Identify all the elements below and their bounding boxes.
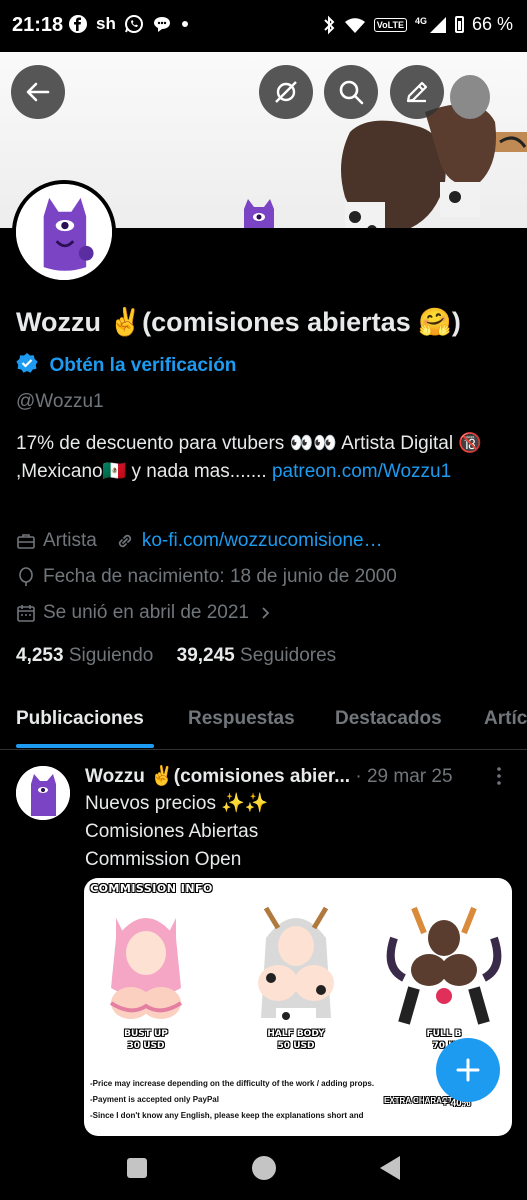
battery-icon	[454, 16, 464, 33]
display-name: Wozzu ✌️(comisiones abiertas 🤗)	[16, 307, 461, 337]
price-value: 30 USD	[127, 1041, 165, 1051]
tab-publicaciones[interactable]: Publicaciones	[16, 708, 144, 730]
calendar-icon	[17, 605, 35, 622]
briefcase-icon	[17, 534, 35, 549]
edit-button[interactable]	[390, 65, 444, 119]
profile-birthday-row: Fecha de nacimiento: 18 de junio de 2000	[16, 566, 397, 588]
bluetooth-icon	[324, 15, 335, 34]
recents-button[interactable]	[127, 1158, 147, 1178]
link-icon	[118, 534, 131, 548]
post-media-image[interactable]: COMMISSION INFO BUST UP 30 USD HALF BODY…	[84, 878, 512, 1136]
whatsapp-icon	[124, 15, 143, 33]
battery-percent: 66 %	[471, 14, 513, 34]
post-author-avatar[interactable]	[16, 766, 70, 820]
post-line: Commission Open	[85, 849, 242, 870]
bio-link[interactable]: patreon.com/Wozzu1	[272, 461, 451, 482]
wifi-icon	[344, 17, 365, 33]
mute-button[interactable]	[259, 65, 313, 119]
tab-destacados[interactable]: Destacados	[335, 708, 442, 730]
system-icons: VoLTE 4G 66 %	[322, 14, 513, 35]
search-button[interactable]	[324, 65, 378, 119]
profile-joined: Se unió en abril de 2021	[43, 602, 249, 623]
profile-handle: @Wozzu1	[16, 391, 104, 412]
search-icon	[339, 80, 364, 105]
media-notes: -Price may increase depending on the dif…	[90, 1076, 374, 1124]
home-button[interactable]	[252, 1156, 276, 1180]
mascot-avatar-image	[16, 184, 112, 280]
following-count: 4,253	[16, 645, 64, 666]
price-half-body: HALF BODY 50 USD	[236, 1028, 356, 1052]
profile-joined-row[interactable]: Se unió en abril de 2021	[16, 602, 280, 624]
followers-label: Seguidores	[240, 645, 337, 666]
media-title: COMMISSION INFO	[90, 882, 213, 895]
active-tab-indicator	[16, 744, 154, 748]
profile-name: Wozzu ✌️(comisiones abiertas 🤗) Obtén la…	[16, 302, 486, 386]
balloon-icon	[19, 567, 33, 586]
post-line: Comisiones Abiertas	[85, 821, 259, 842]
price-label: HALF BODY	[267, 1029, 325, 1039]
following-stat[interactable]: 4,253 Siguiendo	[16, 645, 153, 666]
facebook-icon	[69, 15, 87, 33]
chevron-right-icon	[262, 607, 270, 619]
profile-category: Artista	[43, 530, 97, 551]
dot-icon	[181, 21, 188, 27]
banner-mascot	[244, 199, 274, 228]
chat-icon	[153, 17, 170, 32]
verified-badge-icon	[16, 353, 38, 373]
profile-bio: 17% de descuento para vtubers 👀👀 Artista…	[16, 430, 516, 486]
post-date: · 29 mar 25	[355, 766, 453, 787]
profile-stats: 4,253 Siguiendo 39,245 Seguidores	[16, 645, 336, 667]
more-options-icon[interactable]	[492, 765, 506, 787]
profile-avatar[interactable]	[12, 180, 116, 284]
price-label: BUST UP	[124, 1029, 168, 1039]
edit-icon	[406, 81, 428, 103]
post-line: Nuevos precios ✨✨	[85, 793, 269, 814]
status-time: 21:18	[12, 14, 64, 36]
back-nav-button[interactable]	[380, 1156, 400, 1180]
signal-icon	[429, 16, 446, 33]
network-type: 4G	[414, 15, 427, 26]
back-button[interactable]	[11, 65, 65, 119]
no-sync-icon	[275, 81, 297, 103]
bust-up-figure	[109, 918, 183, 1019]
tab-articulos[interactable]: Artíc	[484, 708, 527, 730]
price-value: 50 USD	[277, 1041, 315, 1051]
android-nav-bar	[0, 1136, 527, 1200]
half-body-figure	[258, 906, 334, 1026]
media-note: -Since I don't know any English, please …	[90, 1111, 364, 1120]
status-bar: 21:18 sh VoLTE 4G 66 %	[0, 0, 527, 52]
following-label: Siguiendo	[68, 645, 154, 666]
get-verified-link[interactable]: Obtén la verificación	[50, 355, 237, 376]
followers-count: 39,245	[176, 645, 235, 666]
tab-respuestas[interactable]: Respuestas	[188, 708, 295, 730]
profile-tabs: Publicaciones Respuestas Destacados Artí…	[0, 690, 527, 750]
compose-button[interactable]	[436, 1038, 500, 1102]
volte-badge: VoLTE	[373, 17, 407, 32]
media-note: -Price may increase depending on the dif…	[90, 1079, 375, 1088]
sh-icon: sh	[96, 14, 116, 33]
back-arrow-icon	[26, 82, 50, 102]
full-body-figure	[386, 906, 502, 1025]
profile-birthday: Fecha de nacimiento: 18 de junio de 2000	[43, 566, 397, 587]
plus-icon	[456, 1058, 480, 1082]
profile-website-link[interactable]: ko-fi.com/wozzucomisione…	[142, 530, 383, 552]
price-label: FULL B	[426, 1029, 462, 1039]
mascot-avatar-image	[16, 766, 70, 820]
followers-stat[interactable]: 39,245 Seguidores	[177, 645, 337, 666]
media-note: -Payment is accepted only PayPal	[90, 1095, 219, 1104]
profile-meta-row: Artista ko-fi.com/wozzucomisione…	[16, 530, 383, 552]
post-text: Nuevos precios ✨✨ Comisiones Abiertas Co…	[85, 790, 269, 874]
post-author-name[interactable]: Wozzu ✌️(comisiones abier...	[85, 766, 350, 787]
price-bust-up: BUST UP 30 USD	[86, 1028, 206, 1052]
post-header: Wozzu ✌️(comisiones abier... · 29 mar 25	[85, 764, 453, 788]
notification-icons: sh	[68, 14, 190, 34]
